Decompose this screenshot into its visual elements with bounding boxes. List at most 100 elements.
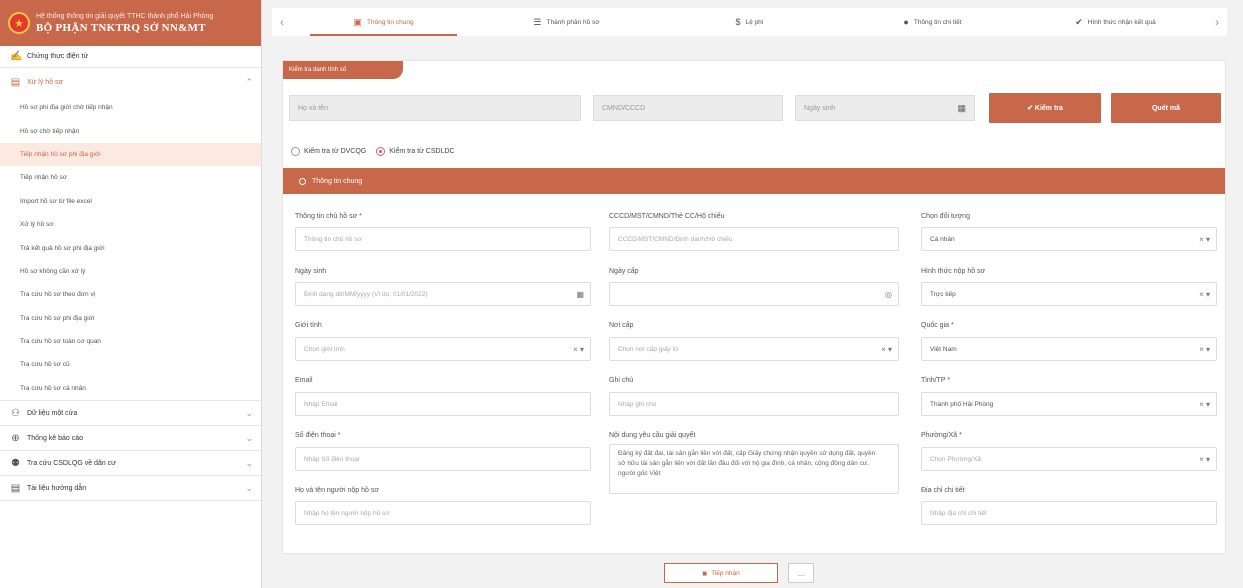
sidebar-item[interactable]: Tiếp nhận hồ sơ xyxy=(0,166,261,189)
receive-button-label: Tiếp nhận xyxy=(711,569,740,577)
country-select[interactable]: Việt Nam × ▾ xyxy=(921,337,1217,361)
signature-icon: ✍ xyxy=(10,51,23,62)
sidebar-item[interactable]: Trả kết quả hồ sơ phi địa giới xyxy=(0,236,261,259)
issue-date-field[interactable]: ◎ xyxy=(609,282,899,306)
submit-method-select[interactable]: Trực tiếp × ▾ xyxy=(921,282,1217,306)
sidebar-group-tra-cuu[interactable]: ⚉ Tra cứu CSDLQG về dân cư ⌄ xyxy=(0,451,261,475)
issue-place-placeholder: Chọn nơi cấp giấy tờ xyxy=(618,345,679,353)
sidebar-group-label: Tra cứu CSDLQG về dân cư xyxy=(27,459,116,467)
radio-dvcqg[interactable]: Kiểm tra từ DVCQG xyxy=(291,147,366,156)
more-button[interactable]: ... xyxy=(788,563,814,583)
check-circle-icon: ✔ xyxy=(1075,16,1083,27)
name-input[interactable]: Họ và tên xyxy=(289,95,581,121)
main-panel: Kiểm tra danh tính số Họ và tên CMND/CCC… xyxy=(282,60,1226,554)
dob-input[interactable]: Ngày sinh ▦ xyxy=(795,95,975,121)
footer-actions: ■ Tiếp nhận ... xyxy=(664,563,814,583)
people-icon: ⚉ xyxy=(11,457,20,469)
address-input[interactable]: Nhập địa chỉ chi tiết xyxy=(921,501,1217,525)
tab-thanh-phan[interactable]: ☰ Thành phần hồ sơ xyxy=(475,8,658,36)
check-button-label: Kiểm tra xyxy=(1034,104,1063,112)
brand-header[interactable]: ★ Hệ thống thông tin giải quyết TTHC thà… xyxy=(0,0,261,46)
sidebar-group-xu-ly[interactable]: ▤ Xử lý hồ sơ ⌃ xyxy=(0,68,261,96)
ward-select[interactable]: Chọn Phường/Xã × ▾ xyxy=(921,447,1217,471)
dob-field[interactable]: Định dạng dd/MM/yyyy (Ví dụ: 01/01/2022)… xyxy=(295,282,591,306)
idnum-label: CCCD/MST/CMND/Thẻ CC/Hộ chiếu xyxy=(609,213,725,220)
sidebar-item[interactable]: Hồ sơ chờ tiếp nhận xyxy=(0,119,261,142)
submit-method-value: Trực tiếp xyxy=(930,290,956,298)
sidebar-item[interactable]: Tra cứu hồ sơ cá nhân xyxy=(0,377,261,400)
dob-field-placeholder: Định dạng dd/MM/yyyy (Ví dụ: 01/01/2022) xyxy=(304,290,428,298)
province-select[interactable]: Thành phố Hải Phòng × ▾ xyxy=(921,392,1217,416)
sidebar-item[interactable]: Tra cứu hồ sơ toàn cơ quan xyxy=(0,330,261,353)
sidebar-group-label: Thống kê báo cáo xyxy=(27,434,84,442)
section-header[interactable]: Thông tin chung xyxy=(283,168,1225,194)
sidebar-item-chung-thuc[interactable]: ✍ Chứng thực điện tử xyxy=(0,46,261,68)
clock-icon[interactable]: ◎ xyxy=(885,283,892,305)
radio-csdldc[interactable]: Kiểm tra từ CSDLDC xyxy=(376,147,455,156)
sidebar-item[interactable]: Tra cứu hồ sơ phi địa giới xyxy=(0,307,261,330)
sidebar-group-du-lieu[interactable]: ⚇ Dữ liệu một cửa ⌄ xyxy=(0,401,261,425)
chevron-down-icon: × ▾ xyxy=(573,344,584,354)
ward-placeholder: Chọn Phường/Xã xyxy=(930,455,981,463)
emblem-icon: ★ xyxy=(8,12,30,34)
id-input[interactable]: CMND/CCCD xyxy=(593,95,783,121)
owner-label: Thông tin chủ hồ sơ * xyxy=(295,213,362,220)
sidebar-group-thong-ke[interactable]: ⊕ Thống kê báo cáo ⌄ xyxy=(0,426,261,450)
chevron-right-icon[interactable]: › xyxy=(1207,15,1227,29)
tab-thong-tin-chung[interactable]: ▣ Thông tin chung xyxy=(292,8,475,36)
folder-icon: ▤ xyxy=(10,76,21,88)
tab-nhan-ket-qua[interactable]: ✔ Hình thức nhận kết quả xyxy=(1024,8,1207,36)
chevron-down-icon: ⌄ xyxy=(245,457,253,468)
calendar-icon[interactable]: ▦ xyxy=(957,103,966,114)
submit-method-label: Hình thức nộp hồ sơ xyxy=(921,268,986,275)
sidebar-item[interactable]: Tra cứu hồ sơ theo đơn vị xyxy=(0,283,261,306)
user-card-icon: ▣ xyxy=(353,16,362,27)
receive-button[interactable]: ■ Tiếp nhận xyxy=(664,563,778,583)
note-label: Ghi chú xyxy=(609,377,634,384)
sidebar-group-tai-lieu[interactable]: ▤ Tài liệu hướng dẫn ⌄ xyxy=(0,476,261,500)
issue-place-select[interactable]: Chọn nơi cấp giấy tờ × ▾ xyxy=(609,337,899,361)
subject-label: Chọn đối tượng xyxy=(921,213,970,220)
gender-placeholder: Chọn giới tính xyxy=(304,345,345,353)
chevron-down-icon: ⌄ xyxy=(245,407,253,418)
chevron-down-icon: × ▾ xyxy=(1199,234,1210,244)
request-textarea[interactable]: Đăng ký đất đai, tài sản gắn liền với đấ… xyxy=(609,444,899,494)
sidebar-item-active[interactable]: Tiếp nhận hồ sơ phi địa giới xyxy=(0,142,261,167)
sidebar-item[interactable]: Import hồ sơ từ file excel xyxy=(0,190,261,213)
chevron-down-icon: × ▾ xyxy=(1199,399,1210,409)
sidebar-item[interactable]: Hồ sơ không cần xử lý xyxy=(0,260,261,283)
address-label: Địa chỉ chi tiết xyxy=(921,487,965,494)
email-input[interactable]: Nhập Email xyxy=(295,392,591,416)
idnum-input[interactable]: CCCD/MST/CMND/Định danh/Hộ chiếu xyxy=(609,227,899,251)
sidebar-group-label: Xử lý hồ sơ xyxy=(27,78,64,86)
tab-chi-tiet[interactable]: ● Thông tin chi tiết xyxy=(841,8,1024,36)
sidebar-item[interactable]: Hồ sơ phi địa giới chờ tiếp nhận xyxy=(0,96,261,119)
province-value: Thành phố Hải Phòng xyxy=(930,400,994,408)
country-label: Quốc gia * xyxy=(921,322,954,329)
note-input[interactable]: Nhập ghi chú xyxy=(609,392,899,416)
step-tabs: ‹ ▣ Thông tin chung ☰ Thành phần hồ sơ $ Lệ… xyxy=(272,8,1227,36)
sidebar-group-label: Dữ liệu một cửa xyxy=(27,409,78,417)
issue-place-label: Nơi cấp xyxy=(609,322,634,329)
radio-label: Kiểm tra từ DVCQG xyxy=(304,148,367,155)
check-identity-tab[interactable]: Kiểm tra danh tính số xyxy=(283,61,403,79)
calendar-icon[interactable]: ▦ xyxy=(576,283,584,305)
check-button[interactable]: ✔ Kiểm tra xyxy=(989,93,1101,123)
phone-input[interactable]: Nhập Số điện thoại xyxy=(295,447,591,471)
users-icon: ⚇ xyxy=(11,407,20,419)
submitter-input[interactable]: Nhập họ tên người nộp hồ sơ xyxy=(295,501,591,525)
circle-icon xyxy=(299,177,306,185)
tab-le-phi[interactable]: $ Lệ phí xyxy=(658,8,841,36)
gender-select[interactable]: Chọn giới tính × ▾ xyxy=(295,337,591,361)
sidebar-item[interactable]: Xử lý hồ sơ xyxy=(0,213,261,236)
owner-input[interactable]: Thông tin chủ hồ sơ xyxy=(295,227,591,251)
chevron-left-icon[interactable]: ‹ xyxy=(272,15,292,29)
tab-label: Thông tin chung xyxy=(366,18,414,26)
chevron-down-icon: × ▾ xyxy=(1199,344,1210,354)
scan-button[interactable]: Quét mã xyxy=(1111,93,1221,123)
gender-label: Giới tính xyxy=(295,322,322,329)
sidebar-item[interactable]: Tra cứu hồ sơ cũ xyxy=(0,353,261,376)
chevron-down-icon: × ▾ xyxy=(1199,289,1210,299)
phone-label: Số điện thoại * xyxy=(295,432,341,439)
subject-select[interactable]: Cá nhân × ▾ xyxy=(921,227,1217,251)
